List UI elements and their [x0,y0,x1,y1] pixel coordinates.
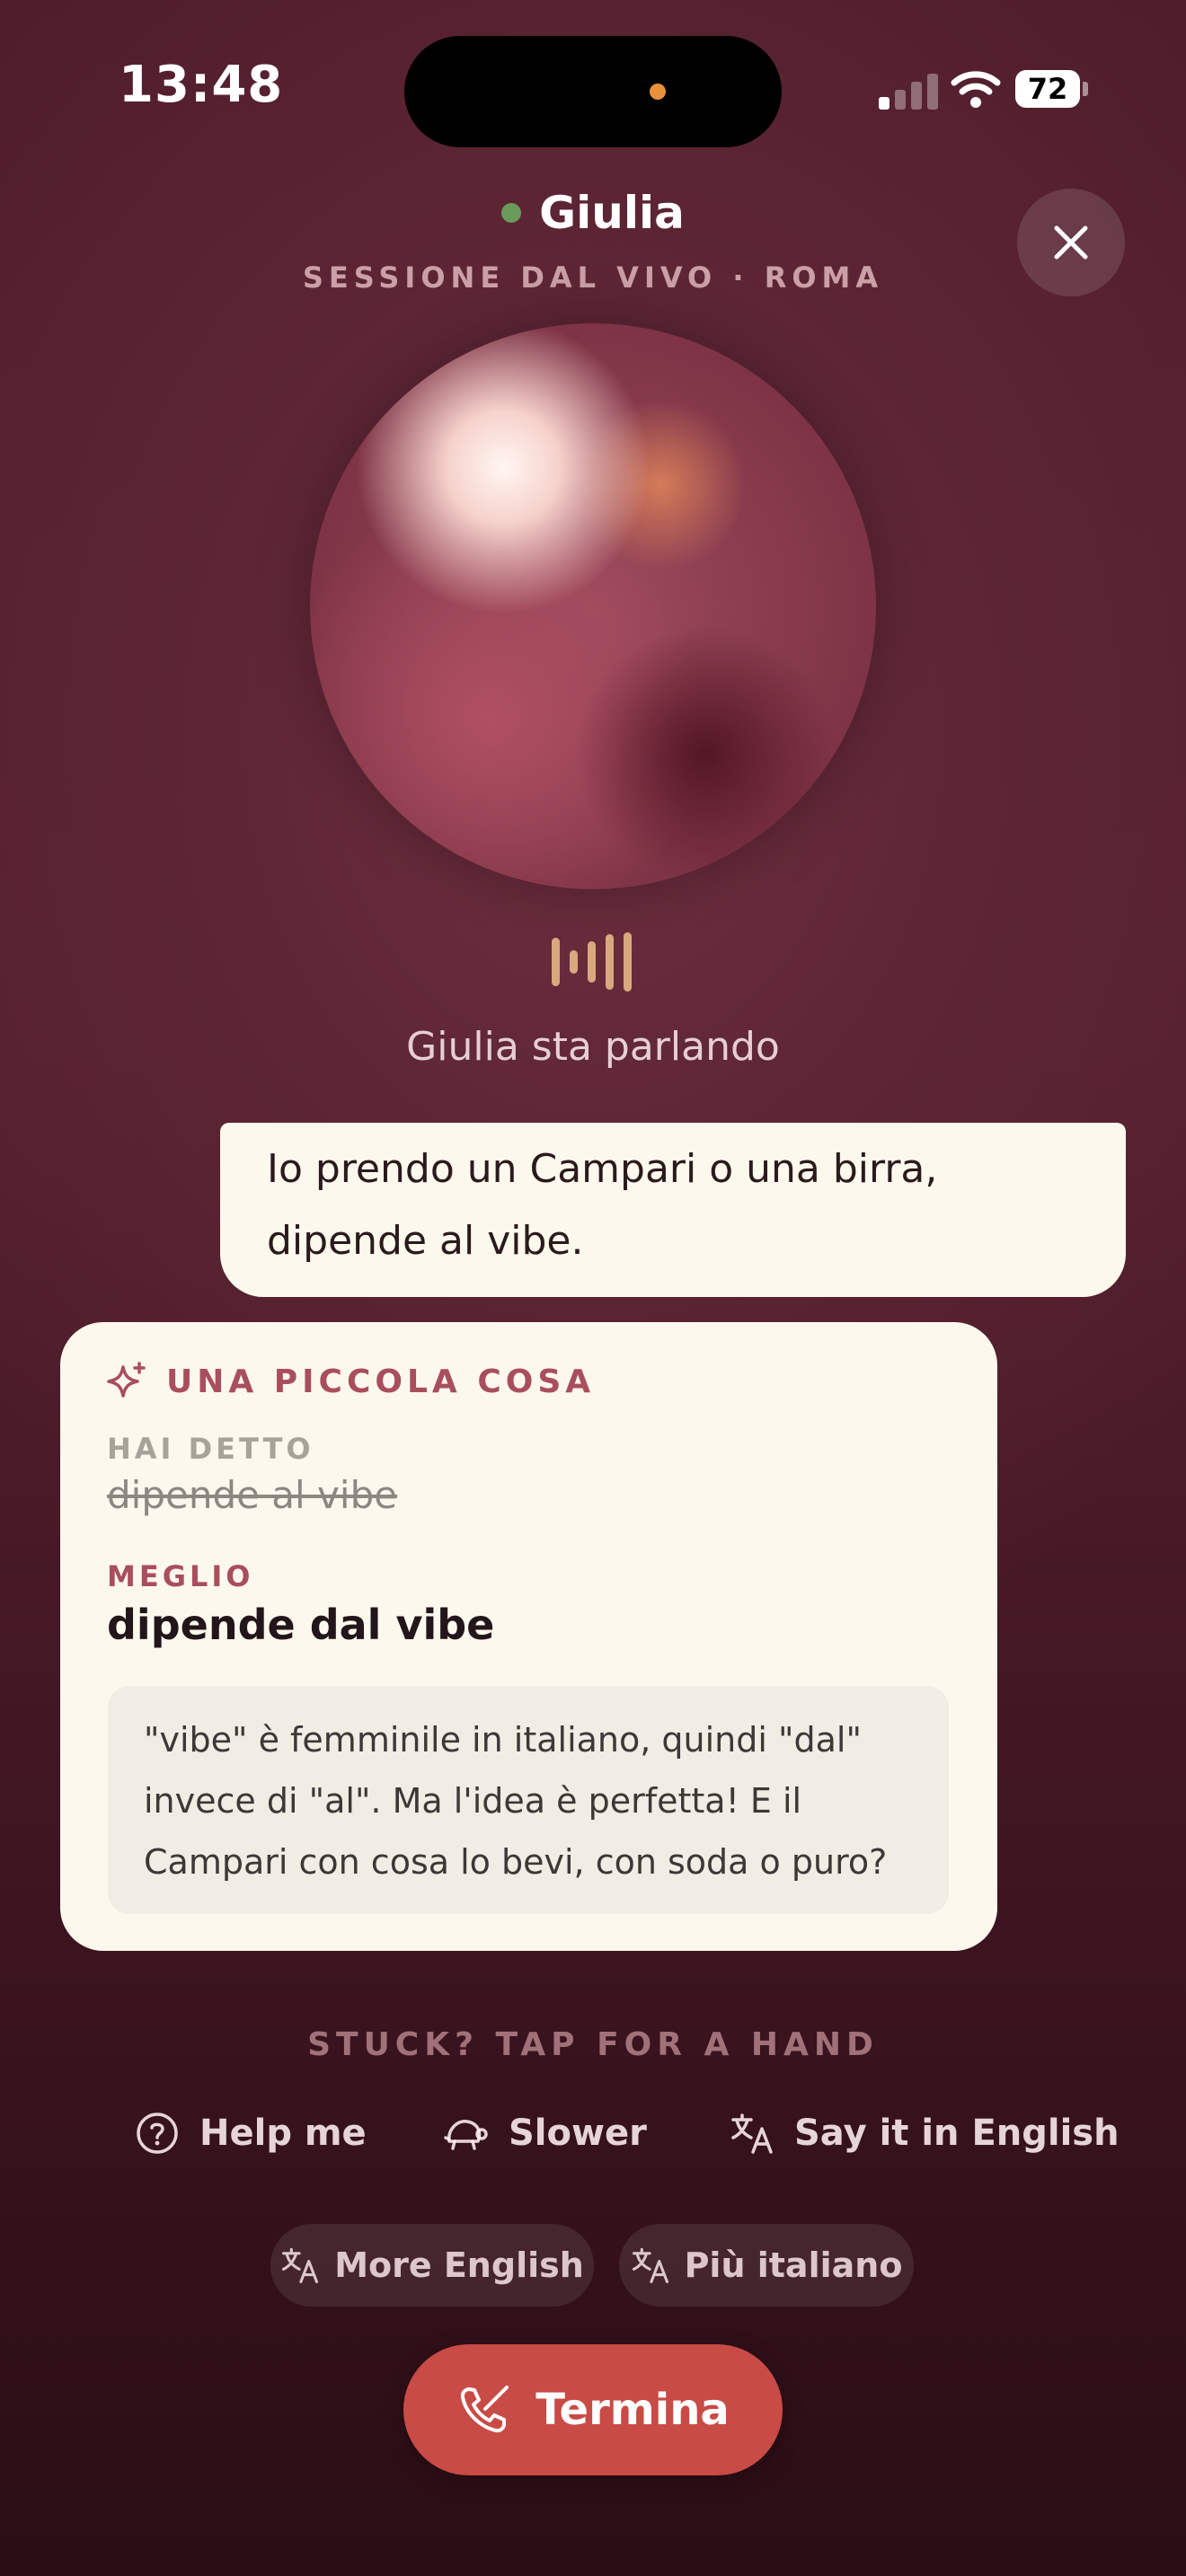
dynamic-island [404,36,782,147]
piu-italiano-button[interactable]: Più italiano [619,2224,914,2307]
correction-card: UNA PICCOLA COSA HAI DETTO dipende al vi… [60,1322,997,1951]
partner-name-text: Giulia [539,187,685,239]
close-button[interactable] [1017,189,1125,296]
say-in-english-button[interactable]: Say it in English [730,2111,1120,2156]
better-label: MEGLIO [107,1559,254,1593]
sparkle-icon [107,1362,146,1398]
partner-name: Giulia [0,187,1186,239]
correction-note: "vibe" è femminile in italiano, quindi "… [108,1686,949,1914]
correction-title-text: UNA PICCOLA COSA [166,1363,596,1400]
cellular-signal-icon [879,72,938,110]
help-prompt: STUCK? TAP FOR A HAND [307,2026,879,2063]
translate-icon [731,2113,773,2154]
more-english-button[interactable]: More English [270,2224,594,2307]
correction-title: UNA PICCOLA COSA [107,1362,595,1401]
turtle-icon [444,2120,488,2150]
audio-wave-icon [550,932,636,992]
user-message-text: Io prendo un Campari o una birra, dipend… [267,1146,938,1264]
end-call-button[interactable]: Termina [403,2344,783,2475]
help-circle-icon [137,2113,178,2154]
mic-indicator-dot [650,84,666,100]
say-in-english-label: Say it in English [794,2113,1120,2154]
slower-label: Slower [509,2113,647,2154]
online-status-dot [501,202,522,223]
voice-orb [310,323,876,889]
status-time: 13:48 [119,56,284,114]
slower-button[interactable]: Slower [442,2111,647,2156]
more-english-label: More English [334,2245,584,2285]
help-me-button[interactable]: Help me [135,2111,367,2156]
battery-level: 72 [1015,70,1080,108]
session-subtitle: SESSIONE DAL VIVO · ROMA [302,260,884,295]
user-message-bubble: Io prendo un Campari o una birra, dipend… [220,1123,1126,1297]
speaking-status: Giulia sta parlando [406,1024,780,1070]
better-text: dipende dal vibe [107,1601,495,1649]
battery-icon: 72 [1015,70,1088,108]
piu-italiano-label: Più italiano [684,2245,903,2285]
phone-off-icon [461,2386,509,2433]
help-me-label: Help me [199,2113,367,2154]
end-call-label: Termina [535,2385,730,2435]
translate-icon [632,2247,668,2284]
wifi-icon [951,71,1001,108]
translate-icon [282,2247,319,2284]
said-text: dipende al vibe [107,1473,398,1517]
close-icon [1054,225,1088,260]
said-label: HAI DETTO [107,1432,314,1466]
